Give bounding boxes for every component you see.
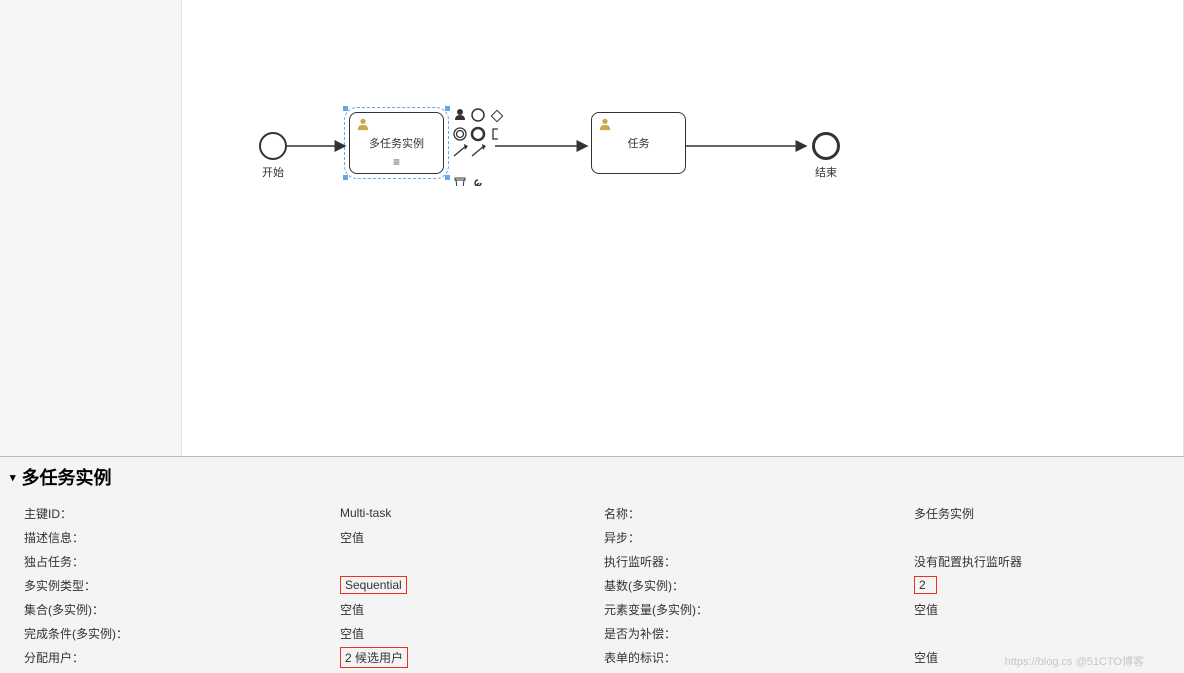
- prop-elemvar[interactable]: 元素变量(多实例)：空值: [604, 597, 1184, 621]
- multi-instance-marker-icon: ≡: [393, 155, 400, 169]
- properties-panel[interactable]: ▾ 多任务实例 主键ID：Multi-task 名称：多任务实例 描述信息：空值…: [0, 456, 1184, 673]
- prop-value: Multi-task: [340, 506, 604, 520]
- panel-title-row[interactable]: ▾ 多任务实例: [0, 457, 1184, 497]
- prop-value: 没有配置执行监听器: [914, 553, 1184, 570]
- prop-completion[interactable]: 完成条件(多实例)：空值: [24, 621, 604, 645]
- prop-desc[interactable]: 描述信息：空值: [24, 525, 604, 549]
- resize-handle[interactable]: [445, 106, 450, 111]
- prop-label: 多实例类型：: [24, 577, 340, 594]
- prop-label: 表单的标识：: [604, 649, 914, 666]
- task-box[interactable]: 任务: [591, 112, 686, 174]
- ctx-intermediate-icon[interactable]: [454, 128, 466, 140]
- user-icon: [356, 117, 370, 131]
- prop-label: 元素变量(多实例)：: [604, 601, 914, 618]
- end-circle[interactable]: [812, 132, 840, 160]
- prop-value: 空值: [340, 601, 604, 618]
- end-event[interactable]: 结束: [812, 132, 856, 180]
- ctx-gateway-icon[interactable]: [491, 110, 502, 121]
- prop-label: 描述信息：: [24, 529, 340, 546]
- prop-label: 完成条件(多实例)：: [24, 625, 340, 642]
- prop-id[interactable]: 主键ID：Multi-task: [24, 501, 604, 525]
- multi-task-box[interactable]: 多任务实例 ≡: [349, 112, 444, 174]
- prop-value: 多任务实例: [914, 505, 1184, 522]
- ctx-user-icon[interactable]: [455, 109, 465, 120]
- prop-collection[interactable]: 集合(多实例)：空值: [24, 597, 604, 621]
- bpmn-canvas[interactable]: 开始 多任务实例 ≡: [0, 0, 1184, 456]
- start-circle[interactable]: [259, 132, 287, 160]
- flow-arrow-1[interactable]: [287, 131, 353, 161]
- prop-mitype[interactable]: 多实例类型：Sequential: [24, 573, 604, 597]
- end-label: 结束: [796, 164, 856, 180]
- ctx-event-icon[interactable]: [472, 109, 484, 121]
- multi-task-node[interactable]: 多任务实例 ≡: [349, 112, 444, 174]
- ctx-delete-icon[interactable]: [455, 178, 465, 186]
- multi-task-label: 多任务实例: [369, 135, 424, 151]
- prop-listener[interactable]: 执行监听器：没有配置执行监听器: [604, 549, 1184, 573]
- highlighted-value: Sequential: [340, 576, 407, 594]
- prop-value: 空值: [340, 529, 604, 546]
- prop-label: 是否为补偿：: [604, 625, 914, 642]
- ctx-connect-arrowhead: [464, 144, 468, 150]
- highlighted-value: 2: [914, 576, 937, 594]
- prop-cardinality[interactable]: 基数(多实例)：2: [604, 573, 1184, 597]
- prop-async[interactable]: 异步：: [604, 525, 1184, 549]
- prop-label: 异步：: [604, 529, 914, 546]
- prop-value: Sequential: [340, 576, 604, 594]
- panel-title: 多任务实例: [22, 464, 112, 490]
- highlighted-value: 2 候选用户: [340, 647, 408, 668]
- prop-assign[interactable]: 分配用户：2 候选用户: [24, 645, 604, 669]
- ctx-wrench-icon[interactable]: [474, 180, 481, 186]
- palette-sidebar[interactable]: [0, 0, 182, 456]
- prop-label: 基数(多实例)：: [604, 577, 914, 594]
- resize-handle[interactable]: [445, 175, 450, 180]
- flow-arrow-3[interactable]: [686, 131, 814, 161]
- prop-label: 执行监听器：: [604, 553, 914, 570]
- resize-handle[interactable]: [343, 175, 348, 180]
- flow-arrow-2[interactable]: [495, 131, 595, 161]
- task-node[interactable]: 任务: [591, 112, 686, 174]
- prop-label: 名称：: [604, 505, 914, 522]
- prop-name[interactable]: 名称：多任务实例: [604, 501, 1184, 525]
- prop-value: 2: [914, 576, 1184, 594]
- prop-label: 集合(多实例)：: [24, 601, 340, 618]
- user-icon: [598, 117, 612, 131]
- prop-label: 分配用户：: [24, 649, 340, 666]
- start-label: 开始: [243, 164, 303, 180]
- properties-grid: 主键ID：Multi-task 名称：多任务实例 描述信息：空值 异步： 独占任…: [0, 497, 1184, 669]
- prop-value: 2 候选用户: [340, 647, 604, 668]
- resize-handle[interactable]: [343, 106, 348, 111]
- prop-label: 主键ID：: [24, 505, 340, 522]
- prop-compensate[interactable]: 是否为补偿：: [604, 621, 1184, 645]
- prop-label: 独占任务：: [24, 553, 340, 570]
- ctx-end-icon[interactable]: [472, 128, 484, 140]
- ctx-arrow-icon[interactable]: [472, 146, 484, 156]
- watermark: https://blog.cs @51CTO博客: [1005, 653, 1144, 669]
- prop-exclusive[interactable]: 独占任务：: [24, 549, 604, 573]
- caret-down-icon: ▾: [10, 471, 16, 484]
- prop-value: 空值: [340, 625, 604, 642]
- prop-value: 空值: [914, 601, 1184, 618]
- ctx-arrow-head: [482, 144, 486, 150]
- task-label: 任务: [628, 135, 650, 151]
- ctx-connect-icon[interactable]: [454, 146, 466, 156]
